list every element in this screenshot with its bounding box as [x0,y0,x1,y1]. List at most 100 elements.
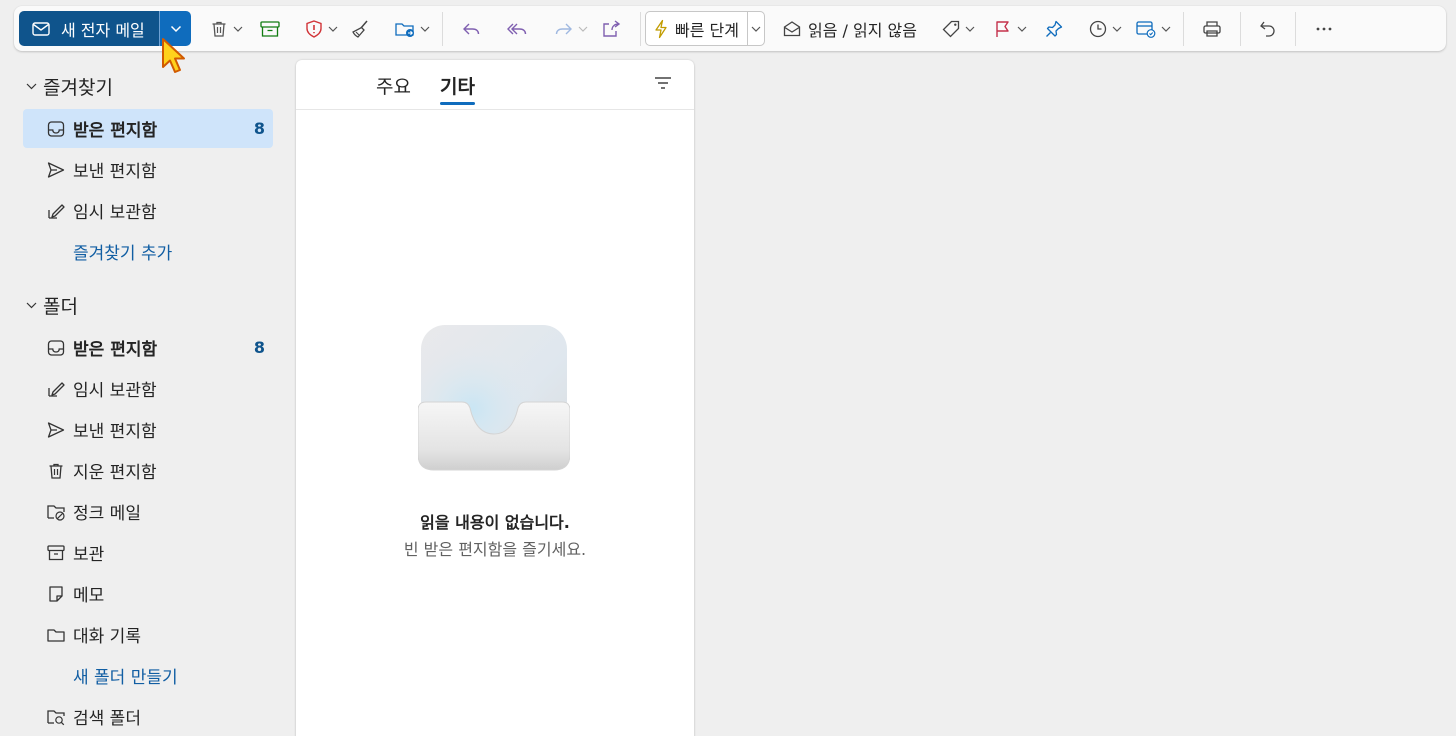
unread-count-badge: 8 [253,119,265,138]
draft-icon [46,201,66,221]
folders-header[interactable]: 폴더 [26,292,78,319]
folder-icon [46,625,66,645]
inbox-icon [46,338,66,358]
inbox-tabs: 주요 기타 [296,60,694,110]
sidebar-item-label: 보낸 편지함 [73,162,157,182]
toolbar-divider [1239,11,1241,46]
broom-icon [350,18,372,40]
read-unread-label: 읽음 / 읽지 않음 [807,20,917,40]
search-folder-icon [46,707,66,727]
reply-all-button[interactable] [506,6,530,51]
forward-button[interactable] [552,6,588,51]
command-ribbon: 새 전자 메일 빠른 단계 읽음 / 읽지 않음 [14,6,1446,51]
sidebar-item-favorites-drafts[interactable]: 임시 보관함 [23,191,273,230]
chevron-down-icon[interactable] [1112,26,1122,32]
message-list-pane: 주요 기타 읽을 내용이 없습니다. 빈 받은 편지함을 즐기세요. [296,60,694,736]
trash-icon [209,19,229,39]
chevron-down-icon [170,25,182,33]
more-icon [1314,19,1334,39]
folder-pane: 즐겨찾기 받은 편지함 8 보낸 편지함 임시 보관함 즐겨찾기 추가 폴더 받… [0,60,290,736]
archive-icon [259,19,281,39]
chevron-down-icon[interactable] [965,26,975,32]
archive-button[interactable] [259,6,281,51]
lightning-icon [653,19,669,39]
add-favorite-link[interactable]: 즐겨찾기 추가 [23,232,273,271]
share-icon [600,18,622,40]
favorites-title: 즐겨찾기 [43,77,113,99]
sidebar-item-favorites-sent[interactable]: 보낸 편지함 [23,150,273,189]
favorites-header[interactable]: 즐겨찾기 [26,73,113,100]
quick-steps-button[interactable]: 빠른 단계 [646,12,747,45]
mail-icon [31,19,51,39]
sidebar-item-search-folders[interactable]: 검색 폴더 [23,697,273,736]
move-to-button[interactable] [394,6,430,51]
undo-button[interactable] [1258,6,1278,51]
chevron-down-icon [26,302,37,309]
reply-icon [461,19,483,39]
chevron-down-icon[interactable] [578,26,588,32]
quick-steps-label: 빠른 단계 [675,20,739,40]
empty-state-subtitle: 빈 받은 편지함을 즐기세요. [403,540,587,559]
sidebar-item-deleted[interactable]: 지운 편지함 [23,451,273,490]
create-new-folder-label: 새 폴더 만들기 [73,668,178,688]
toolbar-divider [640,11,641,46]
more-options-button[interactable] [1314,6,1334,51]
sidebar-item-conversation-history[interactable]: 대화 기록 [23,615,273,654]
sidebar-item-label: 보관 [73,545,105,565]
chevron-down-icon[interactable] [420,26,430,32]
sweep-button[interactable] [350,6,372,51]
print-button[interactable] [1201,6,1223,51]
sidebar-item-sent[interactable]: 보낸 편지함 [23,410,273,449]
sidebar-item-label: 메모 [73,586,105,606]
empty-state-title: 읽을 내용이 없습니다. [420,513,570,532]
chevron-down-icon[interactable] [1161,26,1171,32]
delete-button[interactable] [209,6,243,51]
folder-move-icon [394,19,416,39]
sidebar-item-archive[interactable]: 보관 [23,533,273,572]
chevron-down-icon[interactable] [328,26,338,32]
chevron-down-icon[interactable] [1017,26,1027,32]
mouse-cursor [160,37,190,79]
reply-button[interactable] [461,6,483,51]
create-new-folder-link[interactable]: 새 폴더 만들기 [23,656,273,695]
share-button[interactable] [600,6,622,51]
junk-icon [46,502,66,522]
sidebar-item-label: 검색 폴더 [73,709,141,729]
mail-rule-icon [1135,19,1157,39]
filter-icon[interactable] [654,75,672,91]
categorize-button[interactable] [941,6,975,51]
new-mail-label: 새 전자 메일 [61,20,145,40]
quick-steps-split-button: 빠른 단계 [645,11,765,46]
chevron-down-icon [751,26,761,32]
send-icon [46,420,66,440]
open-envelope-icon [782,19,802,39]
pin-button[interactable] [1044,6,1064,51]
flag-icon [993,19,1013,39]
sidebar-item-junk[interactable]: 정크 메일 [23,492,273,531]
rules-button[interactable] [1135,6,1171,51]
reply-all-icon [506,19,530,39]
sidebar-item-favorites-inbox[interactable]: 받은 편지함 8 [23,109,273,148]
sidebar-item-label: 지운 편지함 [73,463,157,483]
tab-other[interactable]: 기타 [440,72,475,105]
tab-focused[interactable]: 주요 [376,72,411,99]
toolbar-divider [442,11,443,46]
read-unread-button[interactable]: 읽음 / 읽지 않음 [782,17,917,41]
add-favorite-label: 즐겨찾기 추가 [73,244,173,264]
quick-steps-dropdown[interactable] [746,12,764,45]
send-icon [46,160,66,180]
inbox-icon [46,119,66,139]
sidebar-item-label: 임시 보관함 [73,381,157,401]
sidebar-item-label: 정크 메일 [73,504,141,524]
note-icon [46,584,66,604]
report-button[interactable] [304,6,338,51]
sidebar-item-inbox[interactable]: 받은 편지함 8 [23,328,273,367]
new-mail-button[interactable]: 새 전자 메일 [19,11,159,46]
snooze-button[interactable] [1088,6,1122,51]
flag-button[interactable] [993,6,1027,51]
empty-inbox-illustration [418,322,570,472]
sidebar-item-notes[interactable]: 메모 [23,574,273,613]
sidebar-item-drafts[interactable]: 임시 보관함 [23,369,273,408]
chevron-down-icon[interactable] [233,26,243,32]
sidebar-item-label: 받은 편지함 [73,121,158,141]
